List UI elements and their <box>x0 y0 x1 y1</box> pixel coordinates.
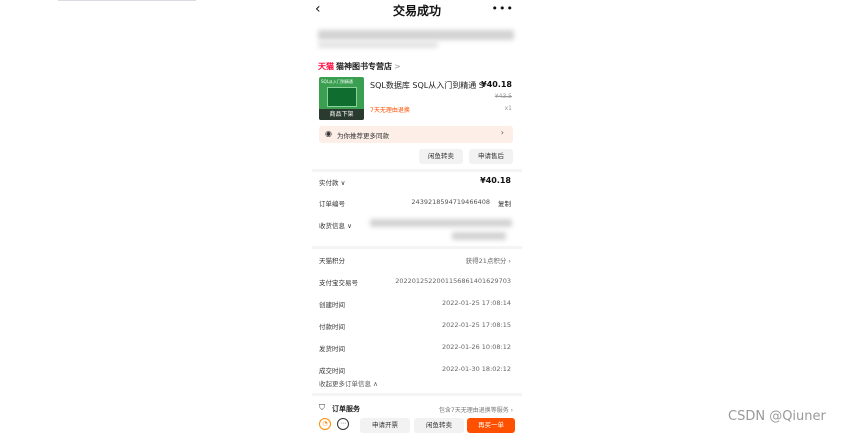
xianyu-resell-bottom-button[interactable]: 闲鱼转卖 <box>414 418 464 433</box>
book-cover-art <box>327 87 357 107</box>
camera-icon: ◉ <box>325 129 332 138</box>
store-row[interactable]: 天猫 猫神图书专营店 > <box>318 60 401 72</box>
copy-order-id-button[interactable]: 复制 <box>498 198 511 208</box>
recommend-text: 为你推荐更多同款 <box>337 132 389 140</box>
bottom-action-bar: ◔ ⋯ 申请开票 闲鱼转卖 再买一单 <box>312 416 522 433</box>
tmall-logo: 天猫 <box>318 61 334 71</box>
collapse-order-info-link[interactable]: 收起更多订单信息 ∧ <box>319 378 378 388</box>
product-price: ¥40.18 <box>481 80 512 89</box>
address-label[interactable]: 收货信息 ∨ <box>319 220 352 230</box>
chat-icon[interactable]: ⋯ <box>337 418 349 430</box>
blurred-address-header-2 <box>318 42 438 48</box>
detail-label-alipay-id: 支付宝交易号 <box>319 279 358 287</box>
more-dots-icon[interactable]: ••• <box>492 2 514 15</box>
order-service-row[interactable]: ⛉ 订单服务 包含7天无理由退换等服务 › <box>312 401 522 415</box>
csdn-watermark: CSDN @Qiuner <box>728 409 826 424</box>
blurred-address-line-2 <box>452 232 506 240</box>
order-id-label: 订单编号 <box>319 200 345 208</box>
product-original-price: ¥43.5 <box>494 93 512 100</box>
product-quantity: x1 <box>504 105 512 112</box>
detail-label-shipped: 发货时间 <box>319 345 345 353</box>
paid-amount: ¥40.18 <box>480 176 511 185</box>
page-title: 交易成功 <box>392 4 441 18</box>
detail-value-created: 2022-01-25 17:08:14 <box>441 299 511 307</box>
detail-label-points: 天猫积分 <box>319 257 345 265</box>
chevron-right-icon: > <box>394 61 401 71</box>
product-title[interactable]: SQL数据库 SQL从入门到精通 S <box>370 80 488 91</box>
detail-value-alipay-id: 2022012522001156861401629703 <box>395 277 511 285</box>
thumbnail-title: SQL从入门到精通 <box>321 79 353 84</box>
order-id-value: 2439218594719466408 <box>411 198 490 206</box>
shield-icon: ⛉ <box>319 403 325 412</box>
return-policy-tag: 7天无理由退换 <box>370 107 410 114</box>
after-sale-button[interactable]: 申请售后 <box>469 149 513 164</box>
detail-value-points[interactable]: 获得21点积分 › <box>466 255 511 265</box>
detail-value-completed: 2022-01-30 18:02:12 <box>441 365 511 373</box>
detail-label-completed: 成交时间 <box>319 367 345 375</box>
blurred-address-header <box>318 30 514 40</box>
payment-label[interactable]: 实付款 ∨ <box>319 177 345 187</box>
order-service-value: 包含7天无理由退换等服务 › <box>438 407 513 414</box>
detail-value-paid: 2022-01-25 17:08:15 <box>441 321 511 329</box>
order-service-label: 订单服务 <box>332 405 360 413</box>
detail-value-shipped: 2022-01-26 10:08:12 <box>441 343 511 351</box>
nav-bar: ‹ 交易成功 ••• <box>312 0 522 20</box>
orange-circle-icon[interactable]: ◔ <box>319 418 331 430</box>
phone-screen: ‹ 交易成功 ••• 天猫 猫神图书专营店 > SQL从入门到精通 商品下架 S… <box>312 0 522 433</box>
section-divider <box>312 393 522 396</box>
request-invoice-button[interactable]: 申请开票 <box>360 418 410 433</box>
buy-again-button[interactable]: 再买一单 <box>467 418 515 433</box>
top-divider-line <box>58 0 196 1</box>
blurred-address-line-1 <box>370 219 512 227</box>
product-thumbnail[interactable]: SQL从入门到精通 商品下架 <box>319 77 364 120</box>
section-divider <box>312 246 522 249</box>
xianyu-resell-button[interactable]: 闲鱼转卖 <box>419 149 463 164</box>
section-divider <box>312 169 522 172</box>
detail-label-paid: 付款时间 <box>319 323 345 331</box>
recommend-bar[interactable]: ◉ 为你推荐更多同款 › <box>319 126 513 143</box>
detail-label-created: 创建时间 <box>319 301 345 309</box>
store-name[interactable]: 猫神图书专营店 <box>336 61 392 72</box>
delisted-badge: 商品下架 <box>319 109 364 120</box>
chevron-right-icon: › <box>500 128 504 137</box>
